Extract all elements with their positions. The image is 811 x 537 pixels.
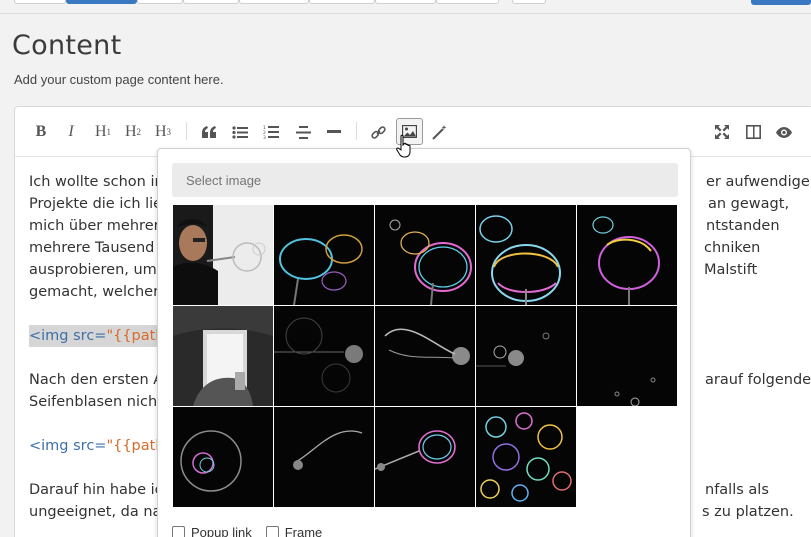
image-thumb[interactable] [173,205,273,305]
studio-setup-image [173,306,273,406]
link-icon[interactable] [367,121,389,143]
image-thumb[interactable] [476,205,576,305]
side-by-side-icon[interactable] [742,121,764,143]
bubble-image-7 [274,317,363,393]
bubble-cluster-image [480,412,572,502]
image-thumb[interactable] [173,407,273,507]
image-thumb[interactable] [173,306,273,406]
top-tab-6[interactable] [309,0,375,4]
toolbar-separator [186,122,187,140]
text-line-right: nfalls als [705,482,769,498]
text-line-right: s zu platzen. [702,504,794,520]
bubble-image-4 [479,215,561,305]
frame-checkbox[interactable] [265,526,279,537]
top-tab-3[interactable] [137,0,183,4]
text-line-right: Malstift [704,262,758,278]
image-thumb[interactable] [476,407,576,507]
image-thumb[interactable] [577,306,677,406]
top-tab-4[interactable] [183,0,239,4]
bubble-image-8 [384,328,470,365]
frame-label: Frame [284,525,323,537]
image-thumb[interactable] [274,306,374,406]
magic-wand-icon[interactable] [428,121,450,143]
popup-link-checkbox[interactable] [172,526,185,537]
heading-1-icon[interactable]: H1 [91,121,115,143]
text-line: ausprobieren, um d [29,262,171,278]
text-line: Nach den ersten An [29,372,173,388]
text-line: mehrere Tausend Fo [29,240,176,256]
top-tab-5[interactable] [239,0,309,4]
heading-3-icon[interactable]: H3 [151,121,175,143]
bubble-image-9 [476,332,550,367]
text-line: Darauf hin habe ich [29,482,172,498]
italic-icon[interactable]: I [61,121,81,143]
bubble-image-2 [279,234,363,305]
image-thumb[interactable] [375,407,475,507]
code-tag: <img src= [29,328,107,344]
hand-cursor-icon [396,134,411,158]
quote-icon[interactable] [199,121,219,143]
fullscreen-icon[interactable] [711,121,733,143]
top-tab-7[interactable] [375,0,436,4]
text-line-right: an gewagt, [708,196,790,212]
text-line: mich über mehrere [29,218,169,234]
italic-label: I [68,123,74,140]
image-thumb[interactable] [375,205,475,305]
horizontal-rule-icon[interactable] [323,121,345,143]
heading-2-icon[interactable]: H2 [121,121,145,143]
text-line-right: arauf folgenden [705,372,811,388]
image-markup-line: <img src="{{path}}I [29,325,187,347]
text-line-right: chniken [704,240,761,256]
text-line: Projekte die ich lieb [29,196,172,212]
photographer-with-bubble-wand-image [173,205,273,305]
page-title: Content [12,30,122,61]
bubble-image-3 [389,219,472,305]
popup-link-option[interactable]: Popup link [172,525,252,537]
select-image-input[interactable] [172,163,678,197]
top-tab-bar [0,0,811,14]
image-grid [173,205,679,509]
image-thumb[interactable] [476,306,576,406]
toolbar-separator [356,122,357,140]
page-subtitle: Add your custom page content here. [14,72,224,87]
align-center-icon[interactable] [292,121,314,143]
text-line: gemacht, welcher s [29,284,172,300]
text-line: Ich wollte schon im [29,174,169,190]
bubble-image-13 [375,430,456,471]
unordered-list-icon[interactable] [229,121,251,143]
ordered-list-icon[interactable]: 123 [260,121,282,143]
bubble-image-5 [592,216,660,305]
image-picker-popup: Popup link Frame [157,148,691,537]
top-tab-active[interactable] [66,0,137,4]
code-tag: <img src= [29,438,107,454]
frame-option[interactable]: Frame [265,525,323,537]
svg-text:3: 3 [263,135,266,139]
image-options: Popup link Frame [172,525,322,537]
bubble-image-10 [614,377,656,406]
text-line-right: er aufwendigen [706,174,811,190]
top-tab-1[interactable] [14,0,66,4]
top-tab-9[interactable] [512,0,546,4]
bold-label: B [35,123,47,140]
bubble-image-12 [293,430,363,470]
bubble-image-11 [180,430,242,492]
bold-icon[interactable]: B [31,121,51,143]
popup-link-label: Popup link [191,525,252,537]
image-thumb[interactable] [274,205,374,305]
image-thumb[interactable] [577,205,677,305]
text-line-right: ntstanden [706,218,780,234]
text-line: Seifenblasen nicht r [29,394,174,410]
top-tab-8[interactable] [436,0,499,4]
image-thumb[interactable] [375,306,475,406]
save-button[interactable] [751,0,811,5]
image-thumb[interactable] [274,407,374,507]
preview-icon[interactable] [773,121,795,143]
